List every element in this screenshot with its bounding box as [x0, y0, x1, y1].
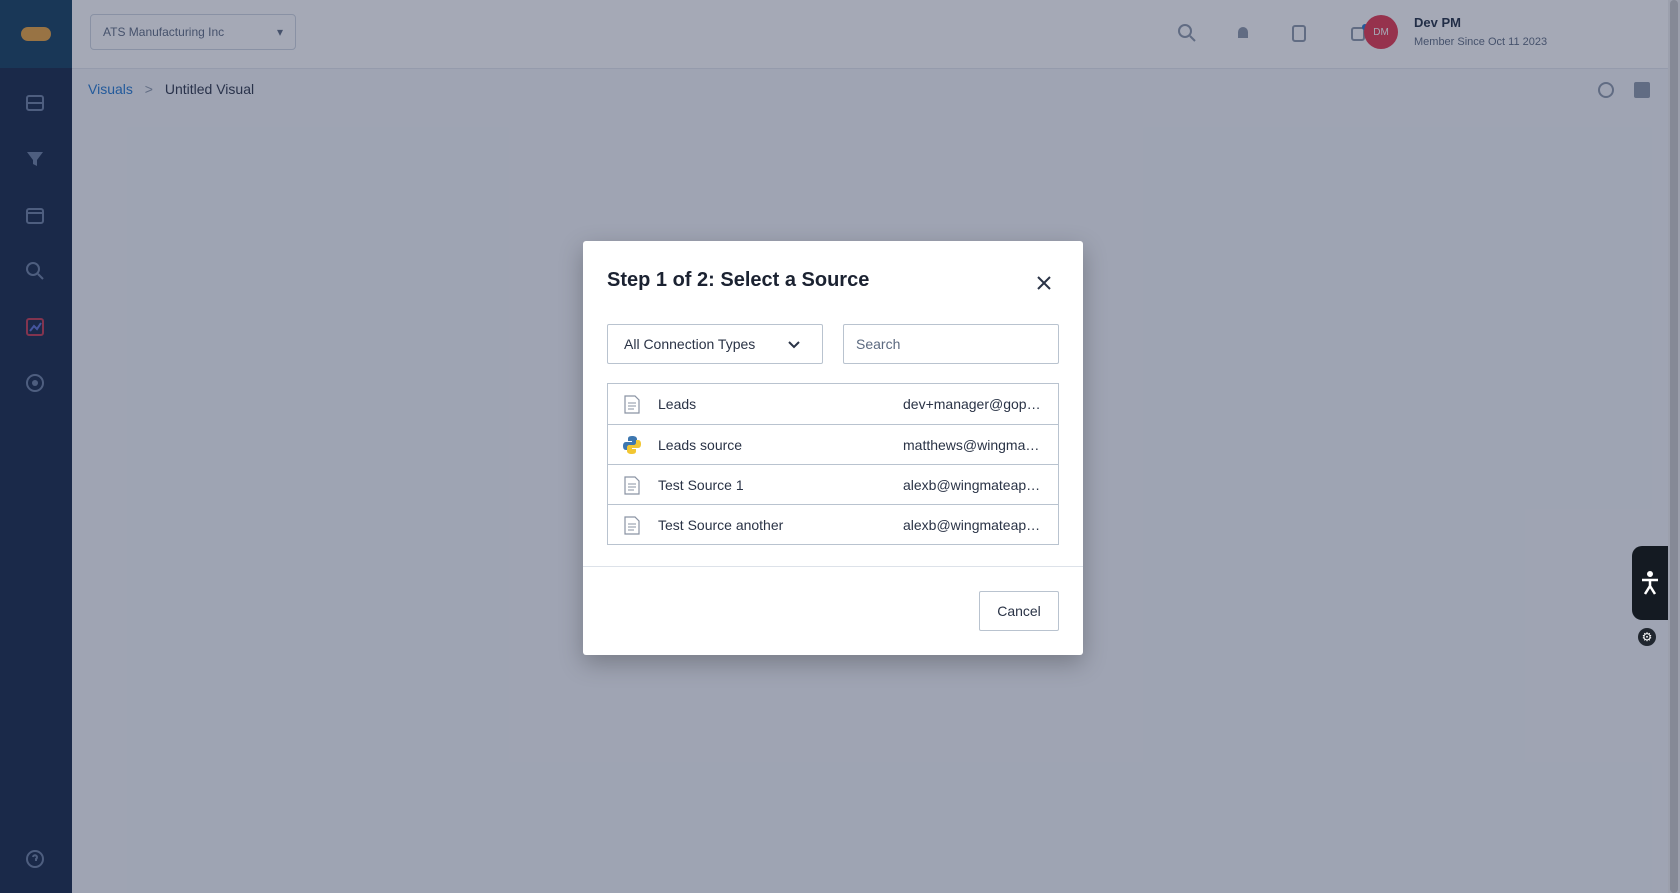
- source-row[interactable]: Test Source 1 alexb@wingmateapp.com: [608, 464, 1058, 504]
- cancel-button[interactable]: Cancel: [979, 591, 1059, 631]
- close-button[interactable]: [1030, 269, 1058, 297]
- chevron-down-icon: [788, 341, 800, 349]
- document-icon: [622, 515, 642, 535]
- modal-title: Step 1 of 2: Select a Source: [607, 269, 870, 291]
- source-row[interactable]: Leads dev+manager@gophr.com: [608, 384, 1058, 424]
- document-icon: [622, 475, 642, 495]
- accessibility-widget-button[interactable]: [1632, 546, 1668, 620]
- source-name: Test Source 1: [658, 476, 744, 493]
- person-icon: [1642, 571, 1658, 595]
- modal-divider: [583, 566, 1083, 567]
- search-input[interactable]: [843, 324, 1059, 364]
- select-source-modal: Step 1 of 2: Select a Source All Connect…: [583, 241, 1083, 655]
- source-name: Leads source: [658, 436, 743, 453]
- source-owner: alexb@wingmateapp.com: [903, 516, 1043, 533]
- source-row[interactable]: Leads source matthews@wingmateapp.com: [608, 424, 1058, 464]
- source-name: Test Source another: [658, 516, 784, 533]
- source-row[interactable]: Test Source another alexb@wingmateapp.com: [608, 504, 1058, 544]
- source-owner: matthews@wingmateapp.com: [903, 436, 1043, 453]
- close-icon: [1037, 276, 1051, 290]
- source-name: Leads: [658, 396, 697, 412]
- widget-settings-icon[interactable]: ⚙: [1638, 628, 1656, 646]
- source-owner: dev+manager@gophr.com: [903, 396, 1043, 412]
- document-icon: [622, 394, 642, 414]
- connection-type-value: All Connection Types: [624, 336, 756, 352]
- python-icon: [622, 435, 642, 455]
- source-list: Leads dev+manager@gophr.com Leads source ma…: [607, 383, 1059, 545]
- source-owner: alexb@wingmateapp.com: [903, 476, 1043, 493]
- connection-type-select[interactable]: All Connection Types: [607, 324, 823, 364]
